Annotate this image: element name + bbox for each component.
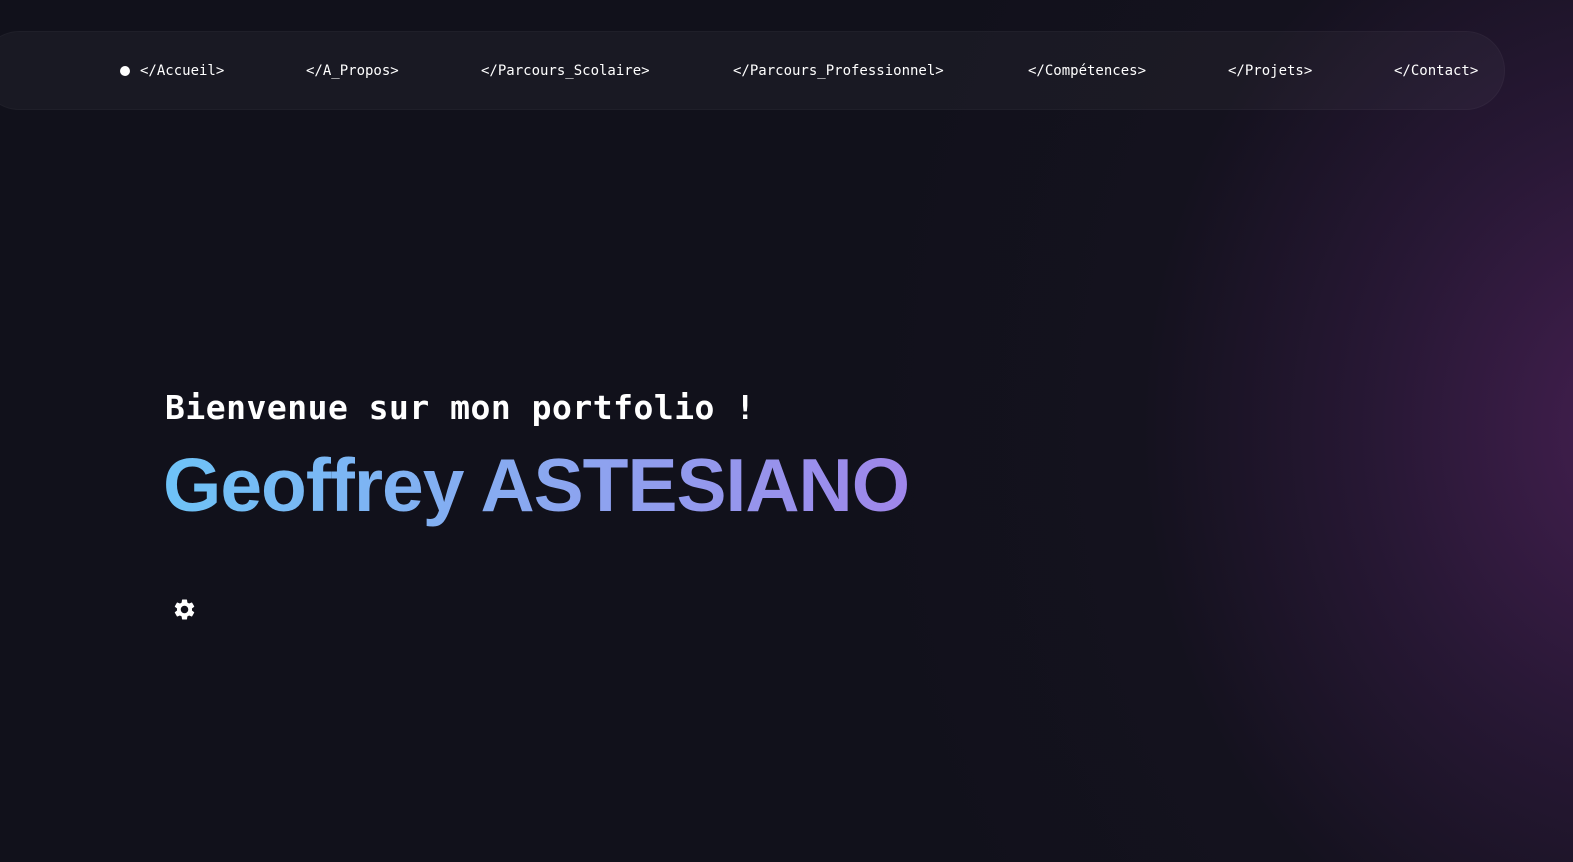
hero-name: Geoffrey ASTESIANO <box>163 443 910 527</box>
nav-item-accueil[interactable]: </Accueil> <box>140 62 224 80</box>
welcome-heading: Bienvenue sur mon portfolio ! <box>165 388 756 427</box>
nav-item-parcours-scolaire[interactable]: </Parcours_Scolaire> <box>481 62 650 80</box>
nav-item-projets[interactable]: </Projets> <box>1228 62 1312 80</box>
nav-item-a-propos[interactable]: </A_Propos> <box>306 62 399 80</box>
gear-icon[interactable] <box>172 597 197 622</box>
nav-item-parcours-professionnel[interactable]: </Parcours_Professionnel> <box>733 62 944 80</box>
background-glow <box>0 0 1573 862</box>
active-indicator-dot <box>120 66 130 76</box>
nav-item-competences[interactable]: </Compétences> <box>1028 62 1146 80</box>
nav-item-contact[interactable]: </Contact> <box>1394 62 1478 80</box>
